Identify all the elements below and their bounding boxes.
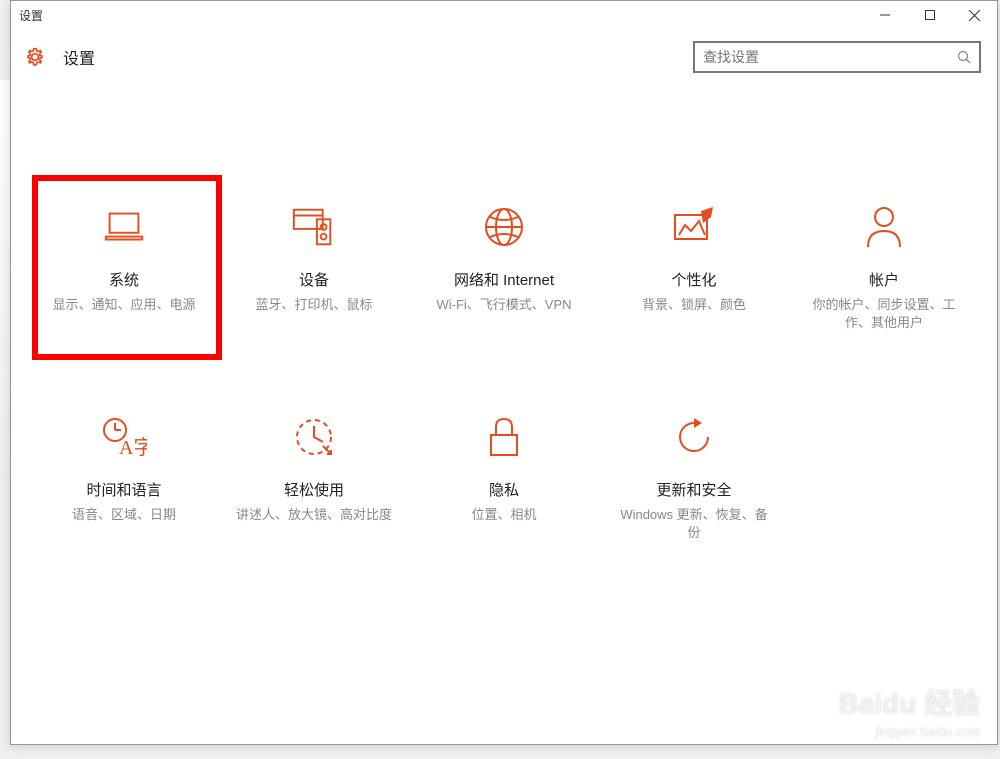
category-title: 帐户 <box>869 269 899 290</box>
ease-of-access-icon <box>290 413 338 461</box>
category-desc: 你的帐户、同步设置、工作、其他用户 <box>805 296 963 332</box>
category-desc: 显示、通知、应用、电源 <box>52 296 195 314</box>
background-occluded <box>0 80 10 480</box>
window-title: 设置 <box>19 7 862 24</box>
category-grid: 系统 显示、通知、应用、电源 设备 蓝牙、打印机、鼠标 网络和 Internet… <box>11 185 997 605</box>
search-box[interactable] <box>693 41 981 73</box>
category-ease-of-access[interactable]: 轻松使用 讲述人、放大镜、高对比度 <box>219 395 409 605</box>
time-language-icon: A字 <box>100 413 148 461</box>
header: 设置 <box>11 29 997 85</box>
search-input[interactable] <box>703 49 957 65</box>
devices-icon <box>290 203 338 251</box>
category-title: 系统 <box>109 269 139 290</box>
maximize-button[interactable] <box>907 1 952 29</box>
category-desc: 背景、锁屏、颜色 <box>642 296 746 314</box>
category-desc: Wi-Fi、飞行模式、VPN <box>436 296 571 314</box>
category-title: 更新和安全 <box>656 479 731 500</box>
category-desc: 蓝牙、打印机、鼠标 <box>255 296 372 314</box>
settings-window: 设置 设置 <box>10 0 998 745</box>
category-privacy[interactable]: 隐私 位置、相机 <box>409 395 599 605</box>
laptop-icon <box>100 203 148 251</box>
category-desc: Windows 更新、恢复、备份 <box>615 506 773 542</box>
gear-icon <box>25 47 45 67</box>
category-personalization[interactable]: 个性化 背景、锁屏、颜色 <box>599 185 789 395</box>
category-desc: 位置、相机 <box>471 506 536 524</box>
search-icon <box>957 50 971 64</box>
minimize-button[interactable] <box>862 1 907 29</box>
category-title: 个性化 <box>671 269 716 290</box>
lock-icon <box>480 413 528 461</box>
category-title: 隐私 <box>489 479 519 500</box>
category-devices[interactable]: 设备 蓝牙、打印机、鼠标 <box>219 185 409 395</box>
category-desc: 语音、区域、日期 <box>72 506 176 524</box>
category-system[interactable]: 系统 显示、通知、应用、电源 <box>29 185 219 395</box>
window-controls <box>862 1 997 29</box>
category-desc: 讲述人、放大镜、高对比度 <box>236 506 392 524</box>
content-area: 系统 显示、通知、应用、电源 设备 蓝牙、打印机、鼠标 网络和 Internet… <box>11 85 997 744</box>
category-title: 网络和 Internet <box>454 269 554 290</box>
globe-icon <box>480 203 528 251</box>
close-button[interactable] <box>952 1 997 29</box>
category-title: 设备 <box>299 269 329 290</box>
personalization-icon <box>670 203 718 251</box>
titlebar: 设置 <box>11 1 997 29</box>
svg-text:A字: A字 <box>119 436 147 458</box>
category-network[interactable]: 网络和 Internet Wi-Fi、飞行模式、VPN <box>409 185 599 395</box>
category-title: 轻松使用 <box>284 479 344 500</box>
update-icon <box>670 413 718 461</box>
person-icon <box>860 203 908 251</box>
category-time-language[interactable]: A字 时间和语言 语音、区域、日期 <box>29 395 219 605</box>
page-title: 设置 <box>63 45 693 69</box>
category-update-security[interactable]: 更新和安全 Windows 更新、恢复、备份 <box>599 395 789 605</box>
category-accounts[interactable]: 帐户 你的帐户、同步设置、工作、其他用户 <box>789 185 979 395</box>
category-title: 时间和语言 <box>86 479 161 500</box>
